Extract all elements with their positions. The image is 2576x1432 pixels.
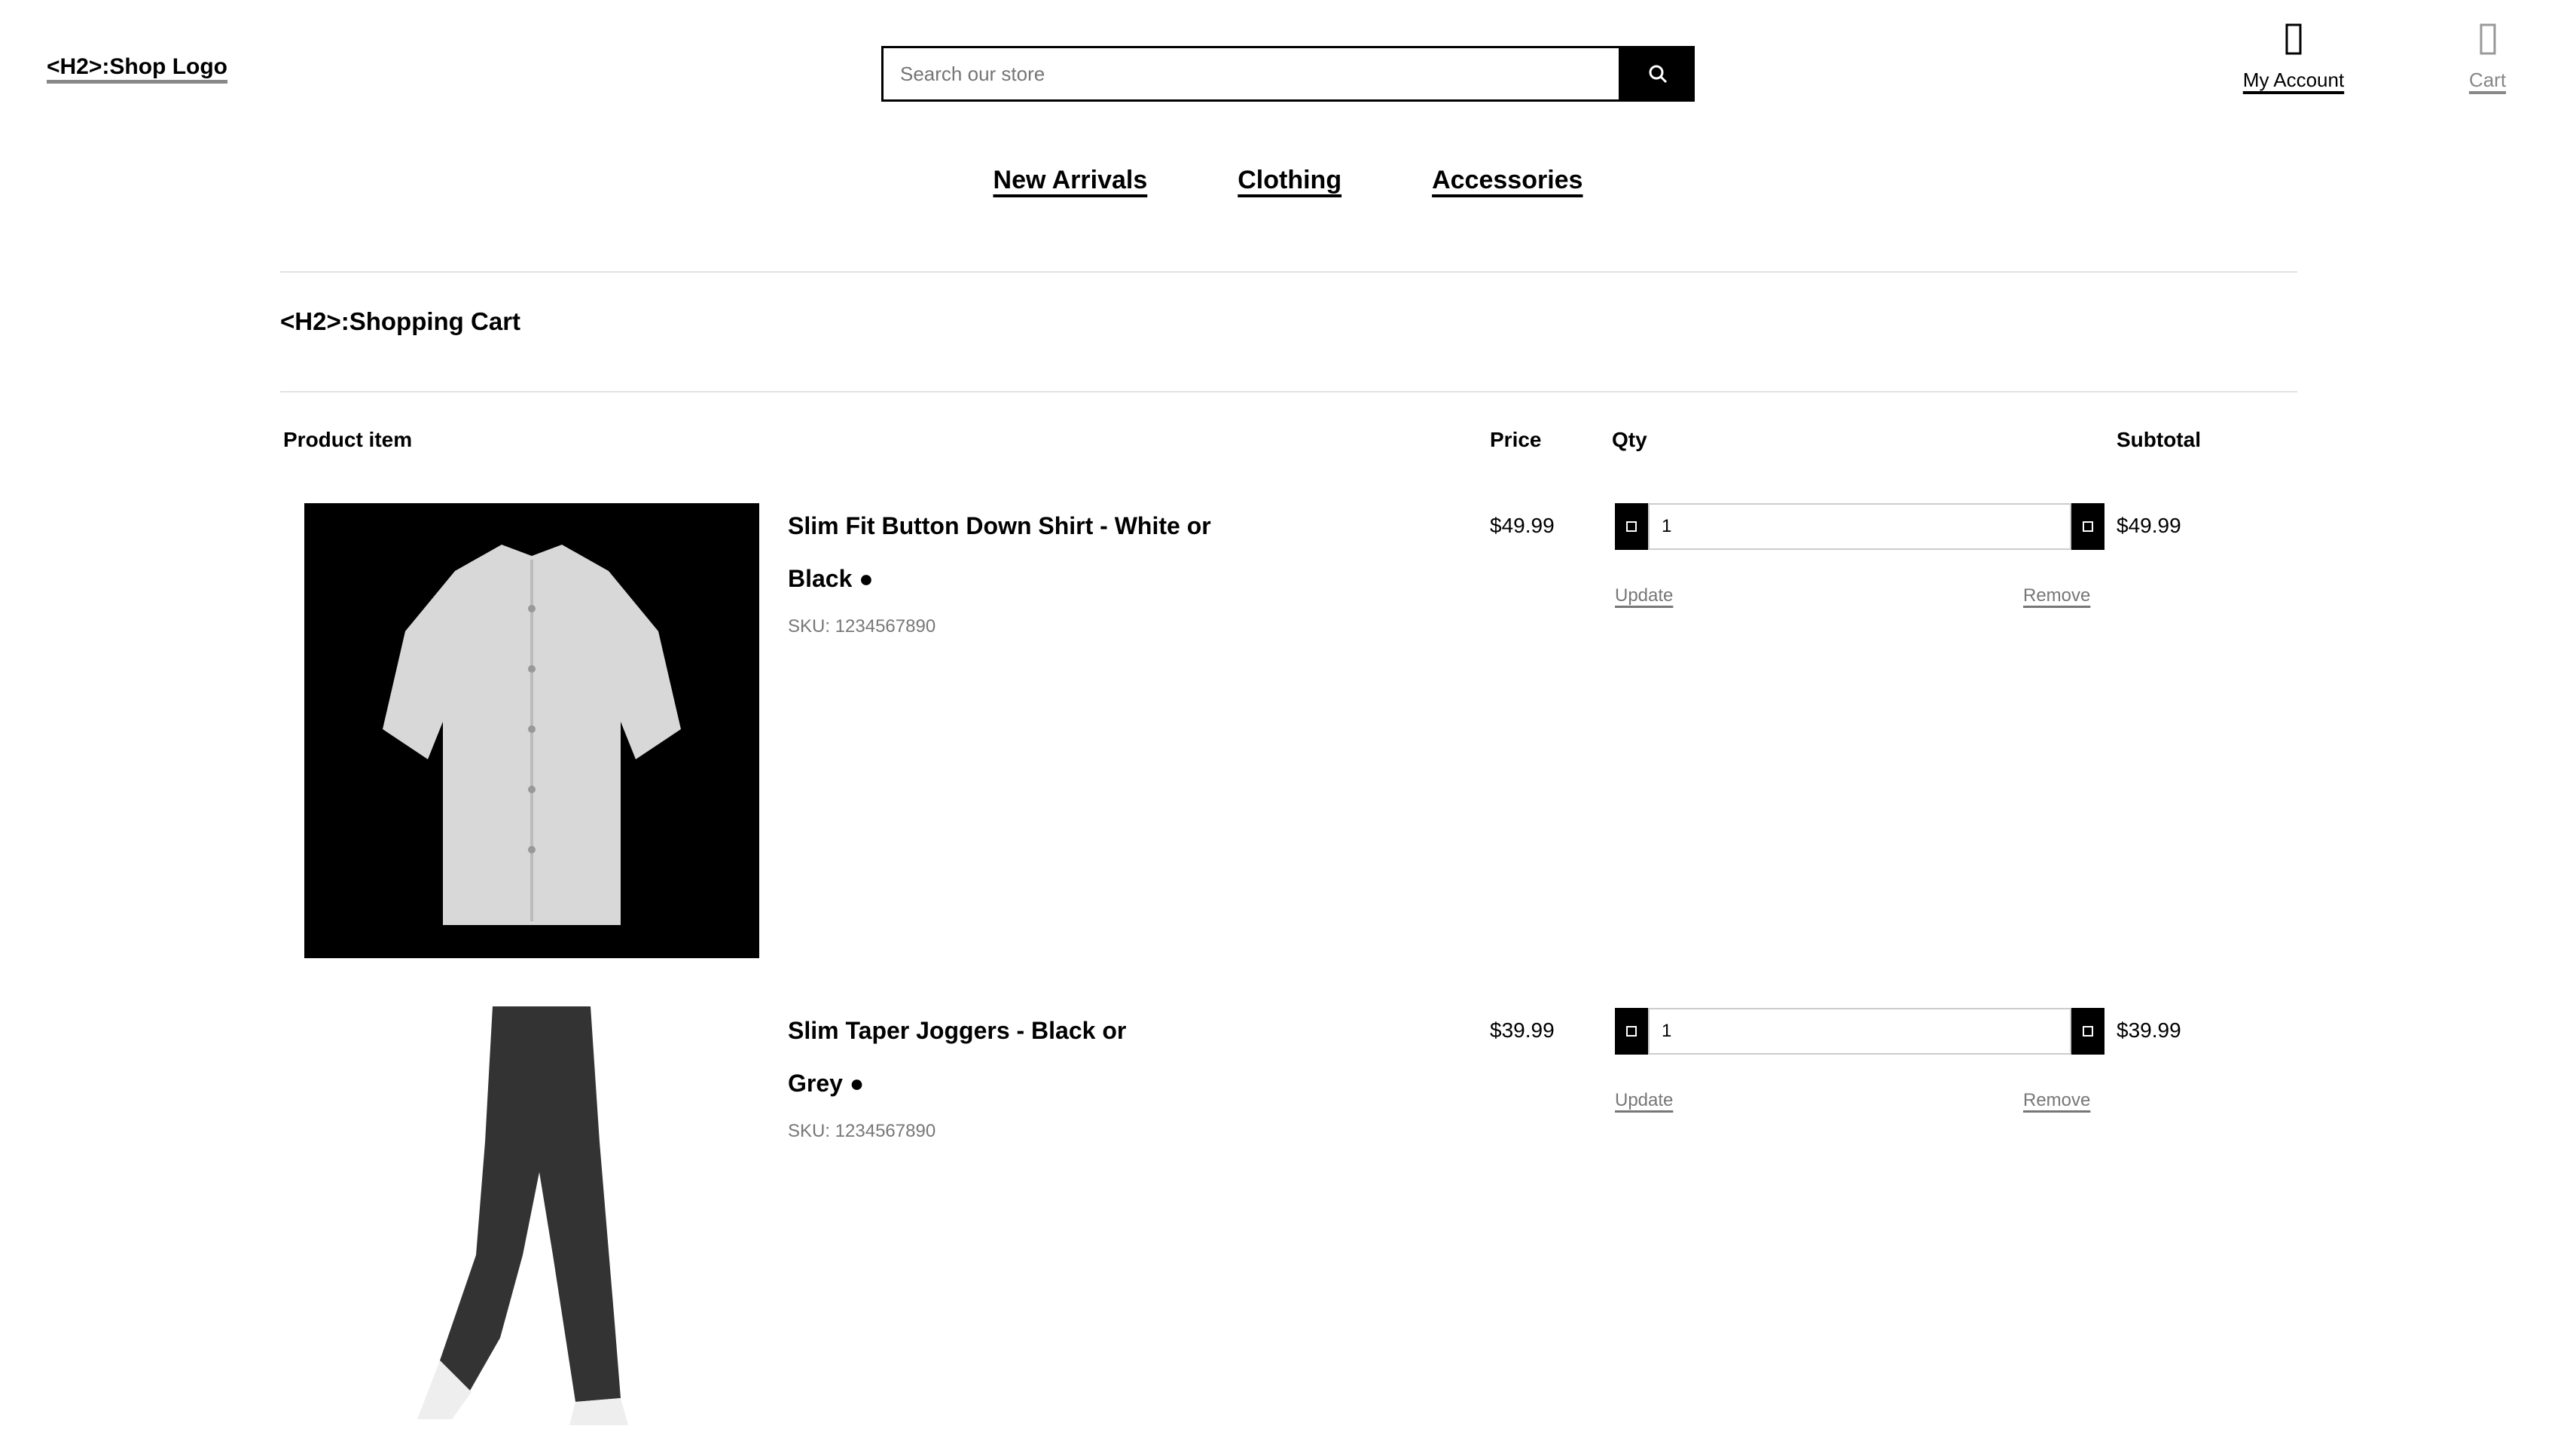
search-bar	[881, 46, 1695, 102]
qty-decrease-button[interactable]	[1615, 503, 1648, 550]
divider	[280, 271, 2297, 273]
page-title: <H2>:Shopping Cart	[280, 307, 521, 335]
quantity-stepper	[1615, 1008, 2104, 1055]
cart-icon	[2479, 23, 2497, 63]
qty-increase-button[interactable]	[2071, 503, 2104, 550]
search-icon	[1649, 65, 1668, 84]
search-input[interactable]	[881, 46, 1621, 102]
site-title[interactable]: <H2>:Shop Logo	[47, 54, 227, 80]
user-icon	[2285, 23, 2303, 63]
update-link[interactable]: Update	[1615, 1090, 1673, 1111]
divider	[280, 391, 2297, 392]
account-link[interactable]: My Account	[2214, 23, 2373, 92]
column-header-subtotal: Subtotal	[2117, 428, 2201, 451]
qty-increase-button[interactable]	[2071, 1008, 2104, 1055]
product-image-joggers[interactable]	[304, 1006, 759, 1428]
qty-input[interactable]	[1648, 1008, 2071, 1055]
product-price: $49.99	[1490, 514, 1555, 537]
qty-decrease-button[interactable]	[1615, 1008, 1648, 1055]
product-image-shirt[interactable]	[304, 503, 759, 958]
plus-icon	[2083, 1026, 2093, 1037]
product-sku: SKU: 1234567890	[788, 1121, 936, 1141]
account-link-label[interactable]: My Account	[2243, 69, 2344, 92]
cart-link[interactable]: Cart	[2440, 23, 2535, 92]
column-header-price: Price	[1490, 428, 1542, 451]
minus-icon	[1626, 1026, 1637, 1037]
product-subtotal: $49.99	[2117, 514, 2181, 537]
column-header-product: Product item	[283, 428, 413, 451]
main-nav: New Arrivals Clothing Accessories	[0, 166, 2576, 195]
product-price: $39.99	[1490, 1018, 1555, 1042]
nav-item-accessories[interactable]: Accessories	[1432, 166, 1583, 195]
column-header-qty: Qty	[1612, 428, 1647, 451]
remove-link[interactable]: Remove	[2023, 585, 2090, 606]
product-sku: SKU: 1234567890	[788, 616, 936, 637]
minus-icon	[1626, 521, 1637, 532]
product-name[interactable]: Slim Taper Joggers - Black or Grey ●	[788, 1004, 1360, 1110]
nav-item-clothing[interactable]: Clothing	[1238, 166, 1341, 195]
quantity-stepper	[1615, 503, 2104, 550]
product-subtotal: $39.99	[2117, 1018, 2181, 1042]
product-name[interactable]: Slim Fit Button Down Shirt - White or Bl…	[788, 499, 1360, 605]
remove-link[interactable]: Remove	[2023, 1090, 2090, 1111]
qty-input[interactable]	[1648, 503, 2071, 550]
nav-item-new-arrivals[interactable]: New Arrivals	[993, 166, 1148, 195]
search-button[interactable]	[1621, 46, 1695, 102]
cart-link-label[interactable]: Cart	[2469, 69, 2506, 92]
update-link[interactable]: Update	[1615, 585, 1673, 606]
plus-icon	[2083, 521, 2093, 532]
